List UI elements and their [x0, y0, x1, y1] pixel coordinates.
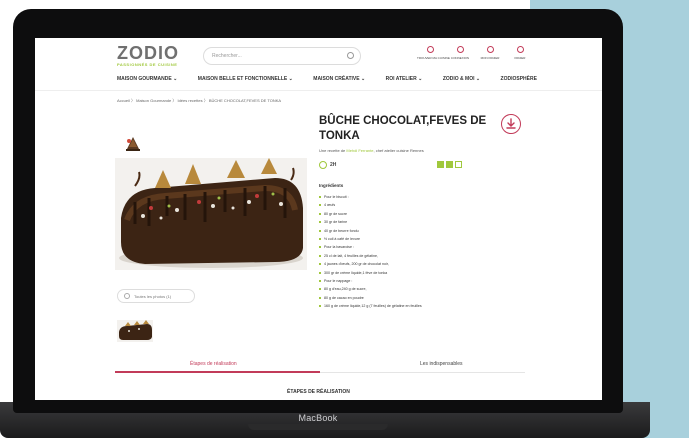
camera-icon	[124, 293, 130, 299]
ingredient-item: 4 œufs	[319, 201, 499, 209]
ingredient-item: 25 cl de lait, 4 feuilles de gélatine,	[319, 252, 499, 260]
see-all-photos-button[interactable]: Toutes les photos (1)	[117, 289, 195, 303]
search-placeholder: Rechercher...	[212, 53, 242, 59]
recipe-thumbnail-top[interactable]	[123, 134, 143, 154]
clock-icon	[319, 161, 327, 169]
ingredient-item: 40 gr de beurre fondu	[319, 227, 499, 235]
browser-screen: ZODIO PASSIONNÉS DE CUISINE Rechercher..…	[35, 38, 602, 400]
tab-etapes[interactable]: Étapes de réalisation	[190, 361, 237, 367]
active-tab-indicator	[115, 371, 320, 373]
logo-text: ZODIO	[117, 43, 179, 63]
difficulty-indicator	[437, 161, 462, 168]
cart-icon	[516, 46, 524, 53]
heart-icon	[486, 46, 494, 53]
byline-prefix: Une recette de	[319, 148, 347, 153]
ingredient-item: ½ cuil à café de levure	[319, 235, 499, 243]
ingredient-item: Pour la bavaroise :	[319, 243, 499, 251]
breadcrumb[interactable]: Accueil 〉 Maison Gourmande 〉 Idées recet…	[117, 98, 281, 104]
nav-item-gourmande[interactable]: MAISON GOURMANDE ⌄	[117, 76, 177, 82]
ingredients-list: Pour le biscuit : 4 œufs 80 gr de sucre …	[319, 193, 499, 311]
location-icon	[426, 46, 434, 53]
see-all-photos-label: Toutes les photos (1)	[134, 294, 172, 299]
laptop-brand-label: MacBook	[298, 413, 338, 423]
ingredient-item: 30 gr de farine	[319, 218, 499, 226]
search-input[interactable]: Rechercher...	[203, 47, 361, 65]
user-icon	[456, 46, 464, 53]
ingredient-item: 80 g de cacao en poudre	[319, 294, 499, 302]
ingredient-item: 80 gr de sucre	[319, 210, 499, 218]
nav-item-creative[interactable]: MAISON CRÉATIVE ⌄	[313, 76, 365, 82]
laptop-notch	[248, 424, 388, 430]
nav-item-belle[interactable]: MAISON BELLE ET FONCTIONNELLE ⌄	[198, 76, 293, 82]
header-link-label: TROUVER MA CUISINE	[417, 56, 450, 60]
header-icons: TROUVER MA CUISINE CONNEXION MON PANIER …	[417, 46, 533, 60]
byline-suffix: , chef atelier cuisine Rennes	[373, 148, 424, 153]
header-link-label: CONNEXION	[450, 56, 470, 60]
header-link-account[interactable]: CONNEXION	[447, 46, 473, 60]
difficulty-level-icon	[437, 161, 444, 168]
ingredients-heading: Ingrédients	[319, 183, 344, 188]
ingredient-item: Pour le nappage :	[319, 277, 499, 285]
header-link-cart[interactable]: PANIER	[507, 46, 533, 60]
section-title: ÉTAPES DE RÉALISATION	[287, 389, 350, 395]
header-link-label: PANIER	[514, 56, 526, 60]
ingredient-item: 80 g d'eau,240 g de sucre,	[319, 285, 499, 293]
search-icon[interactable]	[347, 52, 354, 59]
download-button[interactable]	[501, 114, 521, 134]
header-link-store[interactable]: TROUVER MA CUISINE	[417, 46, 450, 60]
download-icon	[506, 118, 516, 129]
ingredient-item: 300 gr de crème liquide,1 fève de tonka	[319, 269, 499, 277]
difficulty-level-icon	[455, 161, 462, 168]
tab-indispensables[interactable]: Les indispensables	[420, 361, 463, 367]
ingredient-item: 4 jaunes d'œufs, 200 gr de chocolat noir…	[319, 260, 499, 268]
recipe-main-photo[interactable]	[115, 158, 307, 270]
chef-name-link[interactable]: Mehdi Ferrante	[346, 148, 373, 153]
logo-tagline: PASSIONNÉS DE CUISINE	[117, 62, 178, 67]
ingredient-item: 160 g de crème liquide,12 g (7 feuilles)…	[319, 302, 499, 310]
ingredient-item: Pour le biscuit :	[319, 193, 499, 201]
header-link-label: MON PANIER	[480, 56, 500, 60]
header-link-wishlist[interactable]: MON PANIER	[477, 46, 503, 60]
recipe-thumbnail-bottom[interactable]	[117, 320, 153, 342]
nav-item-atelier[interactable]: ROI ATELIER ⌄	[386, 76, 423, 82]
main-nav: MAISON GOURMANDE ⌄ MAISON BELLE ET FONCT…	[117, 76, 537, 82]
recipe-title: BÛCHE CHOCOLAT,FEVES DE TONKA	[319, 115, 487, 142]
zodio-logo[interactable]: ZODIO PASSIONNÉS DE CUISINE	[117, 44, 187, 67]
nav-item-zodio-moi[interactable]: ZODIO & MOI ⌄	[443, 76, 480, 82]
difficulty-level-icon	[446, 161, 453, 168]
nav-item-zodiosphere[interactable]: ZODIOSPHÈRE	[501, 76, 537, 82]
nav-divider	[35, 90, 602, 91]
recipe-byline: Une recette de Mehdi Ferrante, chef atel…	[319, 148, 424, 153]
recipe-time: 2H	[330, 162, 337, 168]
